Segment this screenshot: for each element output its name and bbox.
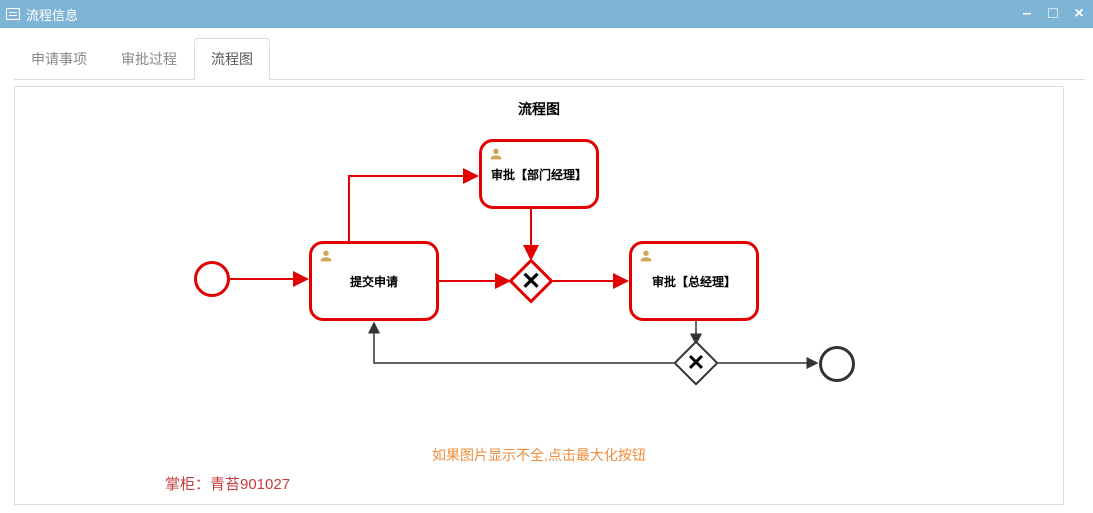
tab-bar: 申请事项 审批过程 流程图	[14, 38, 1085, 80]
tab-chart[interactable]: 流程图	[194, 38, 270, 80]
flowchart-panel: 流程图	[14, 86, 1064, 505]
tab-label: 审批过程	[121, 51, 177, 67]
task-label: 审批【部门经理】	[491, 166, 587, 183]
user-icon	[318, 248, 334, 267]
user-icon	[488, 146, 504, 165]
hint-text: 如果图片显示不全,点击最大化按钮	[15, 431, 1063, 473]
window-controls: – □ ×	[1019, 6, 1087, 22]
task-general-manager[interactable]: 审批【总经理】	[629, 241, 759, 321]
gateway-1[interactable]: ✕	[509, 259, 553, 303]
window-titlebar: 流程信息 – □ ×	[0, 0, 1093, 28]
exclusive-gateway-icon: ✕	[509, 259, 553, 303]
tab-label: 流程图	[211, 51, 253, 67]
gateway-2[interactable]: ✕	[674, 341, 718, 385]
tab-process[interactable]: 审批过程	[104, 38, 194, 79]
maximize-button[interactable]: □	[1045, 6, 1061, 22]
close-button[interactable]: ×	[1071, 6, 1087, 22]
window-icon	[6, 8, 20, 20]
user-icon	[638, 248, 654, 267]
tab-apply[interactable]: 申请事项	[14, 38, 104, 79]
minimize-button[interactable]: –	[1019, 6, 1035, 22]
task-dept-manager[interactable]: 审批【部门经理】	[479, 139, 599, 209]
end-node[interactable]	[819, 346, 855, 382]
task-label: 提交申请	[350, 273, 398, 290]
task-label: 审批【总经理】	[652, 273, 736, 290]
window-title: 流程信息	[26, 5, 78, 24]
tab-label: 申请事项	[31, 51, 87, 67]
start-node[interactable]	[194, 261, 230, 297]
panel-title: 流程图	[15, 87, 1063, 131]
exclusive-gateway-icon: ✕	[674, 341, 718, 385]
flowchart-diagram: 提交申请 审批【部门经理】 ✕ 审批【总经理】 ✕	[189, 131, 889, 431]
task-submit[interactable]: 提交申请	[309, 241, 439, 321]
watermark-text: 掌柜：青苔901027	[15, 473, 1063, 504]
